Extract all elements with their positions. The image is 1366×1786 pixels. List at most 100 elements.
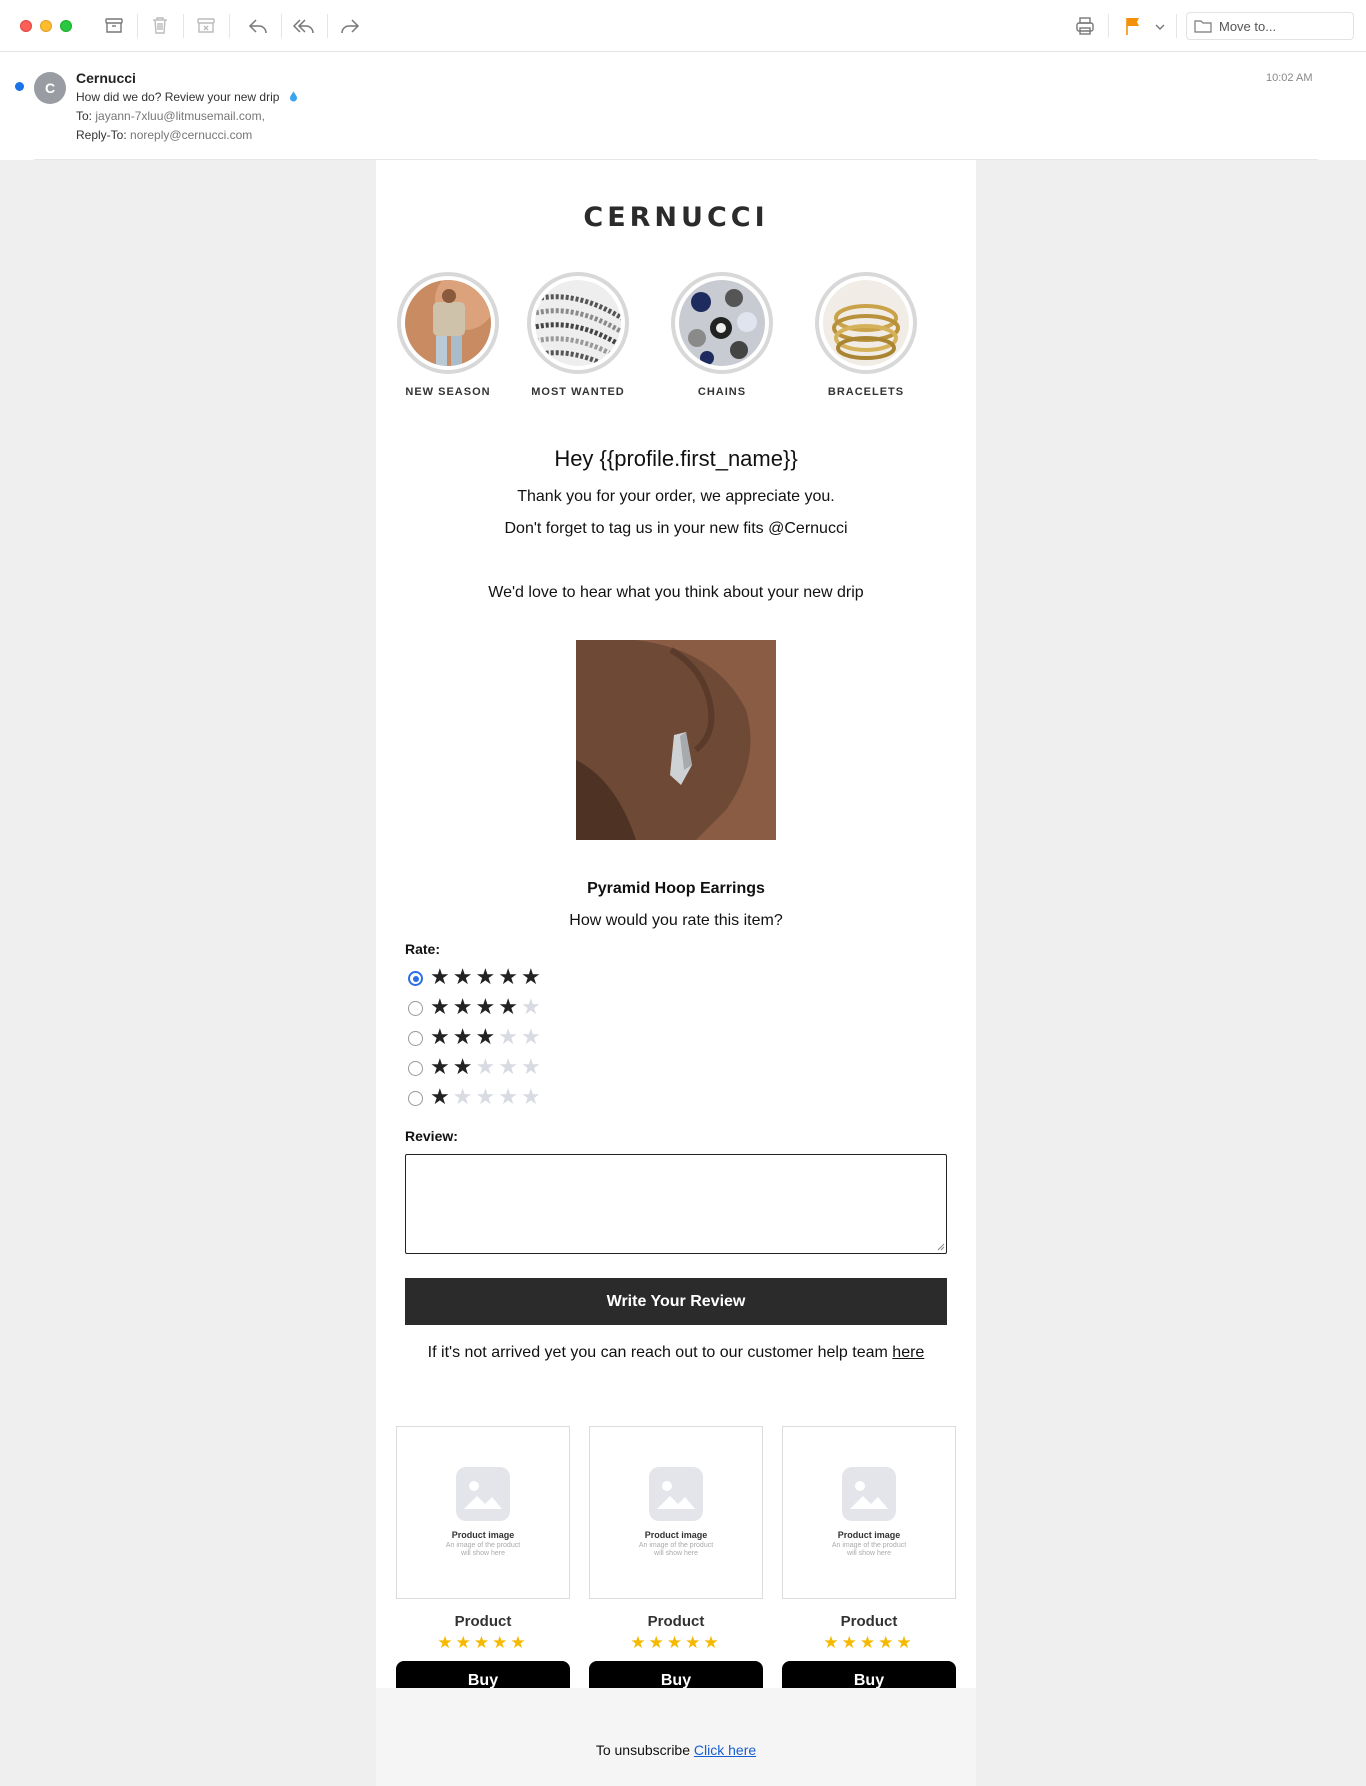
category-label: CHAINS xyxy=(697,386,747,398)
to-line: To: jayann-7xluu@litmusemail.com, xyxy=(76,109,265,123)
earring-photo xyxy=(576,640,776,840)
to-address[interactable]: jayann-7xluu@litmusemail.com, xyxy=(95,109,265,123)
star-icon: ★ xyxy=(452,995,476,1020)
rate-question: How would you rate this item? xyxy=(569,912,783,929)
sender-name[interactable]: Cernucci xyxy=(76,70,136,86)
zoom-window-button[interactable] xyxy=(60,20,72,32)
rating-option-1[interactable]: ★★★★★ xyxy=(405,1086,565,1110)
star-rating: ★★★★★ xyxy=(430,1056,544,1080)
star-icon: ★ xyxy=(475,995,499,1020)
toolbar-divider xyxy=(281,14,282,38)
product-card: Product image An image of the product wil… xyxy=(782,1426,956,1701)
minimize-window-button[interactable] xyxy=(40,20,52,32)
model-photo xyxy=(405,280,491,366)
category-image xyxy=(527,272,629,374)
product-card-rating: ★★★★★ xyxy=(823,1633,915,1653)
category-image xyxy=(671,272,773,374)
email-footer: To unsubscribe Click here xyxy=(376,1688,976,1786)
product-card-name: Product xyxy=(647,1613,705,1630)
category-image xyxy=(397,272,499,374)
star-icon: ★ xyxy=(498,1055,521,1080)
product-card-name: Product xyxy=(454,1613,512,1630)
move-to-button[interactable]: Move to... xyxy=(1186,12,1354,40)
print-icon[interactable] xyxy=(1072,13,1098,39)
reply-to-line: Reply-To: noreply@cernucci.com xyxy=(76,128,252,142)
category-chains[interactable]: CHAINS xyxy=(670,272,774,398)
thanks-text: Thank you for your order, we appreciate … xyxy=(517,488,835,505)
help-link[interactable]: here xyxy=(892,1344,924,1361)
review-label: Review: xyxy=(405,1128,458,1144)
star-icon: ★ xyxy=(498,995,521,1020)
to-label: To: xyxy=(76,109,93,123)
toolbar-divider xyxy=(229,14,230,38)
rating-option-3[interactable]: ★★★★★ xyxy=(405,1026,565,1050)
subject-line: How did we do? Review your new drip xyxy=(76,90,298,104)
star-icon: ★ xyxy=(498,965,521,990)
chains-photo xyxy=(535,280,621,366)
droplet-emoji-icon xyxy=(289,91,297,102)
rating-radio[interactable] xyxy=(408,1001,423,1016)
star-icon: ★ xyxy=(430,965,453,990)
category-most-wanted[interactable]: MOST WANTED xyxy=(526,272,630,398)
forward-icon[interactable] xyxy=(337,13,363,39)
unread-indicator[interactable] xyxy=(15,82,24,91)
product-image[interactable] xyxy=(576,640,776,840)
rating-option-2[interactable]: ★★★★★ xyxy=(405,1056,565,1080)
rating-option-5[interactable]: ★★★★★ xyxy=(405,966,565,990)
star-rating: ★★★★★ xyxy=(430,996,544,1020)
category-new-season[interactable]: NEW SEASON xyxy=(396,272,500,398)
junk-icon[interactable] xyxy=(193,13,219,39)
brand-logo[interactable]: CERNUCCI xyxy=(376,202,976,233)
rating-option-4[interactable]: ★★★★★ xyxy=(405,996,565,1020)
product-card: Product image An image of the product wil… xyxy=(589,1426,763,1701)
toolbar-divider xyxy=(1108,14,1109,38)
subject-text: How did we do? Review your new drip xyxy=(76,90,280,104)
tag-us-text: Don't forget to tag us in your new fits … xyxy=(504,520,848,537)
reply-icon[interactable] xyxy=(245,13,271,39)
message-time: 10:02 AM xyxy=(1266,72,1313,84)
toolbar-divider xyxy=(327,14,328,38)
product-image-placeholder[interactable]: Product image An image of the product wil… xyxy=(782,1426,956,1599)
rating-radio[interactable] xyxy=(408,971,423,986)
star-icon: ★ xyxy=(430,995,453,1020)
reply-all-icon[interactable] xyxy=(291,13,317,39)
category-label: BRACELETS xyxy=(827,386,905,398)
resize-handle-icon[interactable] xyxy=(937,1243,945,1251)
star-icon: ★ xyxy=(475,1085,499,1110)
category-label: MOST WANTED xyxy=(531,386,625,398)
star-icon: ★ xyxy=(520,1055,544,1080)
trash-icon[interactable] xyxy=(147,13,173,39)
placeholder-subtitle: An image of the product will show here xyxy=(638,1542,714,1557)
toolbar-divider xyxy=(137,14,138,38)
category-bracelets[interactable]: BRACELETS xyxy=(814,272,918,398)
chevron-down-icon[interactable] xyxy=(1152,13,1168,39)
image-placeholder-icon xyxy=(649,1467,703,1521)
flag-icon[interactable] xyxy=(1120,13,1146,39)
write-review-button[interactable]: Write Your Review xyxy=(405,1278,947,1325)
category-image xyxy=(815,272,917,374)
placeholder-title: Product image xyxy=(644,1530,708,1540)
product-image-placeholder[interactable]: Product image An image of the product wil… xyxy=(589,1426,763,1599)
star-rating: ★★★★★ xyxy=(430,1086,544,1110)
star-icon: ★ xyxy=(498,1085,521,1110)
rating-radio[interactable] xyxy=(408,1031,423,1046)
star-rating: ★★★★★ xyxy=(430,966,544,990)
product-card: Product image An image of the product wil… xyxy=(396,1426,570,1701)
product-card-name: Product xyxy=(840,1613,898,1630)
star-icon: ★ xyxy=(520,1025,544,1050)
unsubscribe-link[interactable]: Click here xyxy=(694,1742,756,1758)
review-textarea[interactable] xyxy=(405,1154,947,1254)
rating-radio[interactable] xyxy=(408,1061,423,1076)
message-header: C Cernucci How did we do? Review your ne… xyxy=(0,52,1366,160)
email-card: CERNUCCI NEW SEASON MOST WANTED CHAINS B… xyxy=(376,160,976,1701)
archive-icon[interactable] xyxy=(101,13,127,39)
close-window-button[interactable] xyxy=(20,20,32,32)
star-icon: ★ xyxy=(520,995,544,1020)
star-icon: ★ xyxy=(430,1055,453,1080)
star-icon: ★ xyxy=(475,1025,499,1050)
feedback-intro: We'd love to hear what you think about y… xyxy=(488,584,864,601)
avatar: C xyxy=(34,72,66,104)
product-image-placeholder[interactable]: Product image An image of the product wil… xyxy=(396,1426,570,1599)
rating-radio[interactable] xyxy=(408,1091,423,1106)
reply-to-address[interactable]: noreply@cernucci.com xyxy=(130,128,252,142)
